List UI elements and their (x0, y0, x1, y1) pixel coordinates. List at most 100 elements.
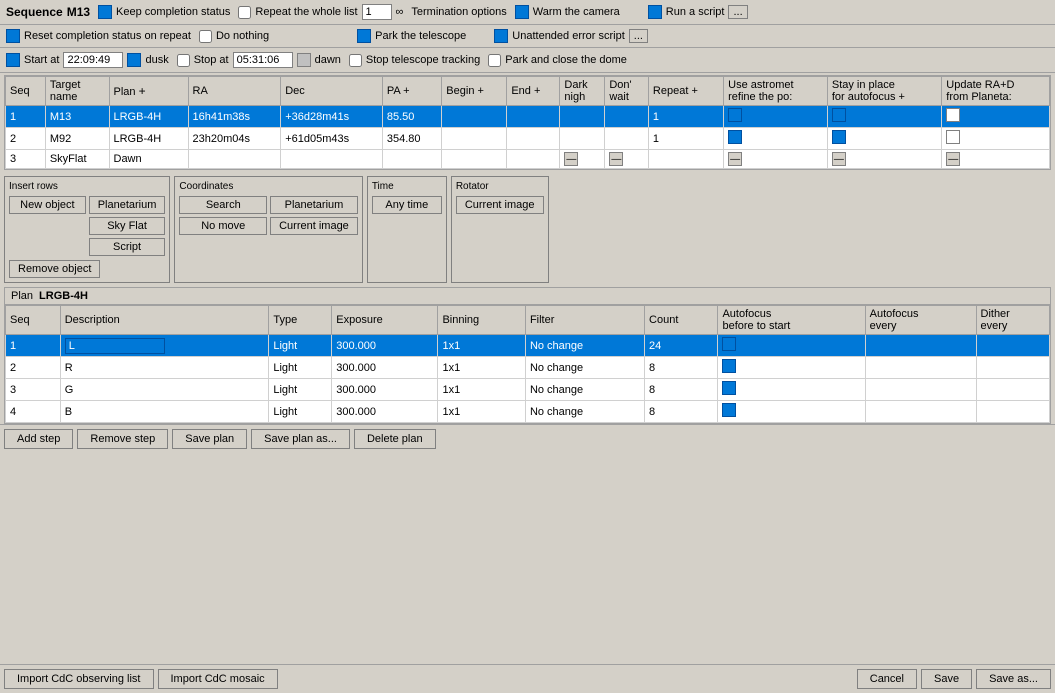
dont-wait-cell (605, 128, 649, 150)
plan-seq-cell: 3 (6, 379, 61, 401)
plan-section: Plan LRGB-4H Seq Description Type Exposu… (4, 287, 1051, 424)
stop-time-input[interactable] (233, 52, 293, 68)
plan-table-area: Seq Description Type Exposure Binning Fi… (4, 304, 1051, 424)
plan-seq-cell: 1 (6, 335, 61, 357)
empty-checkbox[interactable] (946, 108, 960, 122)
planetarium-btn-insert[interactable]: Planetarium (89, 196, 166, 214)
search-btn[interactable]: Search (179, 196, 267, 214)
af-before-checkbox[interactable] (722, 359, 736, 373)
dawn-label: dawn (315, 54, 341, 66)
cancel-btn[interactable]: Cancel (857, 669, 917, 689)
astro-cell (724, 128, 828, 150)
remove-object-btn[interactable]: Remove object (9, 260, 100, 278)
blue-checkbox-icon[interactable] (728, 130, 742, 144)
col-stay: Stay in placefor autofocus + (827, 77, 941, 106)
af-before-checkbox[interactable] (722, 381, 736, 395)
import-cdc-btn[interactable]: Import CdC observing list (4, 669, 154, 689)
blue-checkbox-icon[interactable] (728, 108, 742, 122)
rotator-title: Rotator (456, 181, 544, 192)
save-plan-as-btn[interactable]: Save plan as... (251, 429, 350, 449)
no-move-btn[interactable]: No move (179, 217, 267, 235)
dawn-checkbox[interactable] (297, 53, 311, 67)
dusk-checkbox[interactable] (127, 53, 141, 67)
any-time-btn[interactable]: Any time (372, 196, 442, 214)
save-plan-btn[interactable]: Save plan (172, 429, 247, 449)
right-options-top: Warm the camera Run a script ... (515, 5, 748, 19)
current-image-coords-btn[interactable]: Current image (270, 217, 358, 235)
reset-completion-checkbox[interactable] (6, 29, 20, 43)
park-dome-label: Park and close the dome (505, 54, 627, 66)
repeat-checkbox[interactable] (238, 6, 251, 19)
plan-desc-cell (60, 335, 269, 357)
plan-type-cell: Light (269, 335, 332, 357)
repeat-add-icon[interactable]: + (691, 85, 697, 97)
seq-table-row[interactable]: 2M92LRGB-4H23h20m04s+61d05m43s354.801 (6, 128, 1050, 150)
repeat-cell: 1 (648, 128, 723, 150)
end-add-icon[interactable]: + (534, 85, 540, 97)
stop-at-checkbox[interactable] (177, 54, 190, 67)
delete-plan-btn[interactable]: Delete plan (354, 429, 436, 449)
plan-table-row[interactable]: 1Light300.0001x1No change24 (6, 335, 1050, 357)
run-script-checkbox[interactable] (648, 5, 662, 19)
keep-completion-checkbox[interactable] (98, 5, 112, 19)
bottom-panels: Insert rows New object Planetarium Sky F… (0, 172, 1055, 287)
sequence-section: Sequence M13 (6, 5, 90, 19)
remove-step-btn[interactable]: Remove step (77, 429, 168, 449)
af-before-checkbox[interactable] (722, 403, 736, 417)
unattended-label: Unattended error script (512, 30, 625, 42)
current-image-rotator-btn[interactable]: Current image (456, 196, 544, 214)
rotator-box: Rotator Current image (451, 176, 549, 283)
add-step-btn[interactable]: Add step (4, 429, 73, 449)
park-telescope-checkbox[interactable] (357, 29, 371, 43)
dont-wait-cell (605, 106, 649, 128)
park-telescope-label: Park the telescope (375, 30, 466, 42)
plan-table-row[interactable]: 4BLight300.0001x1No change8 (6, 401, 1050, 423)
plan-af-before-cell (718, 357, 865, 379)
plan-add-icon[interactable]: + (139, 84, 146, 98)
warm-camera-checkbox[interactable] (515, 5, 529, 19)
start-at-checkbox[interactable] (6, 53, 20, 67)
sky-flat-btn[interactable]: Sky Flat (89, 217, 166, 235)
plan-desc-cell: G (60, 379, 269, 401)
blue-checkbox-icon[interactable] (832, 108, 846, 122)
plan-name: LRGB-4H (39, 290, 88, 302)
run-script-dots[interactable]: ... (728, 5, 747, 19)
new-object-btn[interactable]: New object (9, 196, 86, 214)
target-cell: M13 (45, 106, 109, 128)
stop-tracking-checkbox[interactable] (349, 54, 362, 67)
save-btn[interactable]: Save (921, 669, 972, 689)
col-dec: Dec (281, 77, 383, 106)
unattended-checkbox[interactable] (494, 29, 508, 43)
plan-col-seq: Seq (6, 306, 61, 335)
script-btn[interactable]: Script (89, 238, 166, 256)
astro-cell: — (724, 150, 828, 169)
plan-table-row[interactable]: 3GLight300.0001x1No change8 (6, 379, 1050, 401)
plan-desc-input[interactable] (65, 338, 165, 354)
unattended-dots[interactable]: ... (629, 29, 648, 43)
save-as-btn[interactable]: Save as... (976, 669, 1051, 689)
empty-checkbox[interactable] (946, 130, 960, 144)
blue-checkbox-icon[interactable] (832, 130, 846, 144)
seq-cell: 1 (6, 106, 46, 128)
begin-add-icon[interactable]: + (478, 85, 484, 97)
stay-add-icon[interactable]: + (899, 91, 905, 103)
import-mosaic-btn[interactable]: Import CdC mosaic (158, 669, 278, 689)
seq-table-row[interactable]: 3SkyFlatDawn————— (6, 150, 1050, 169)
start-time-input[interactable] (63, 52, 123, 68)
repeat-value[interactable] (362, 4, 392, 20)
begin-cell (442, 150, 507, 169)
plan-af-every-cell (865, 401, 976, 423)
seq-table-row[interactable]: 1M13LRGB-4H16h41m38s+36d28m41s85.501 (6, 106, 1050, 128)
park-dome-checkbox[interactable] (488, 54, 501, 67)
seq-cell: 3 (6, 150, 46, 169)
pa-add-icon[interactable]: + (403, 85, 409, 97)
time-box: Time Any time (367, 176, 447, 283)
remove-btn-row: Remove object (9, 260, 165, 278)
plan-table-row[interactable]: 2RLight300.0001x1No change8 (6, 357, 1050, 379)
af-before-checkbox[interactable] (722, 337, 736, 351)
plan-cell: LRGB-4H (109, 106, 188, 128)
planetarium-coords-btn[interactable]: Planetarium (270, 196, 358, 214)
update-cell: — (942, 150, 1050, 169)
plan-seq-cell: 4 (6, 401, 61, 423)
do-nothing-checkbox[interactable] (199, 30, 212, 43)
